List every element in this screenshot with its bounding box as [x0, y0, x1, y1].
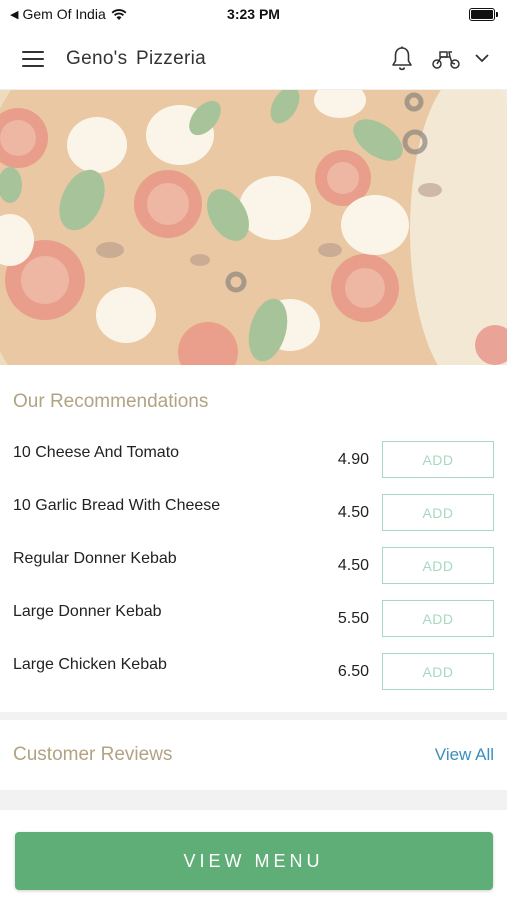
status-left: ◀ Gem Of India	[10, 6, 128, 22]
header-actions	[391, 46, 489, 72]
menu-item: Regular Donner Kebab 4.50 ADD	[13, 539, 494, 592]
item-price: 6.50	[337, 662, 369, 680]
item-price: 4.50	[337, 556, 369, 574]
menu-item: 10 Garlic Bread With Cheese 4.50 ADD	[13, 486, 494, 539]
view-menu-button[interactable]: VIEW MENU	[14, 832, 493, 890]
item-name: 10 Cheese And Tomato	[13, 443, 180, 461]
add-button[interactable]: ADD	[382, 600, 494, 637]
hero-pizza-image	[0, 90, 507, 365]
recommendations-list: 10 Cheese And Tomato 4.90 ADD 10 Garlic …	[13, 433, 494, 712]
add-button[interactable]: ADD	[382, 441, 494, 478]
section-divider	[0, 790, 507, 810]
add-button[interactable]: ADD	[382, 653, 494, 690]
menu-item: Large Donner Kebab 5.50 ADD	[13, 592, 494, 645]
status-time: 3:23 PM	[227, 6, 280, 22]
add-button[interactable]: ADD	[382, 494, 494, 531]
bottom-bar: VIEW MENU	[0, 822, 507, 900]
reviews-title: Customer Reviews	[13, 744, 173, 765]
carrier-name: Gem Of India	[22, 6, 106, 22]
wifi-icon	[111, 8, 127, 20]
bell-icon[interactable]	[391, 46, 413, 72]
delivery-mode-selector[interactable]	[431, 48, 489, 70]
item-name: 10 Garlic Bread With Cheese	[13, 496, 221, 514]
view-all-link[interactable]: View All	[435, 745, 494, 765]
menu-item: Large Chicken Kebab 6.50 ADD	[13, 645, 494, 698]
chevron-down-icon	[475, 54, 489, 63]
menu-item: 10 Cheese And Tomato 4.90 ADD	[13, 433, 494, 486]
menu-icon[interactable]	[22, 50, 44, 67]
recommendations-title: Our Recommendations	[13, 391, 209, 412]
item-name: Regular Donner Kebab	[13, 549, 177, 567]
recommendations-section: Our Recommendations 10 Cheese And Tomato…	[0, 365, 507, 712]
restaurant-title: Geno's Pizzeria	[66, 47, 206, 69]
item-name: Large Chicken Kebab	[13, 655, 167, 673]
item-name: Large Donner Kebab	[13, 602, 162, 620]
status-bar: ◀ Gem Of India 3:23 PM	[0, 0, 507, 28]
section-divider	[0, 712, 507, 720]
item-price: 4.90	[337, 450, 369, 468]
scooter-icon	[432, 50, 460, 69]
customer-reviews-section: Customer Reviews View All	[0, 720, 507, 790]
item-price: 5.50	[337, 609, 369, 627]
item-price: 4.50	[337, 503, 369, 521]
back-arrow-icon[interactable]: ◀	[10, 8, 18, 21]
add-button[interactable]: ADD	[382, 547, 494, 584]
battery-icon	[469, 7, 498, 21]
app-header: Geno's Pizzeria	[0, 28, 507, 90]
